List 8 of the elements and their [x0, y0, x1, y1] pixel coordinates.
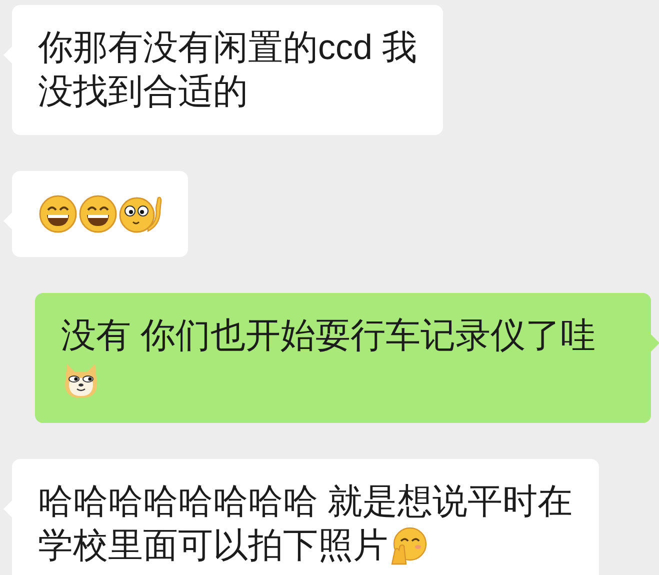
grinning-face-icon	[78, 194, 118, 234]
message-text: 你那有没有闲置的ccd 我	[38, 27, 418, 69]
grinning-face-icon	[38, 194, 78, 234]
message-text: 学校里面可以拍下照片	[38, 525, 388, 567]
message-text: 没有 你们也开始耍行车记录仪了哇	[61, 315, 596, 357]
message-text: 没找到合适的	[38, 71, 248, 113]
message-text: 哈哈哈哈哈哈哈哈 就是想说平时在	[38, 481, 573, 523]
face-with-hand-icon	[118, 194, 162, 234]
